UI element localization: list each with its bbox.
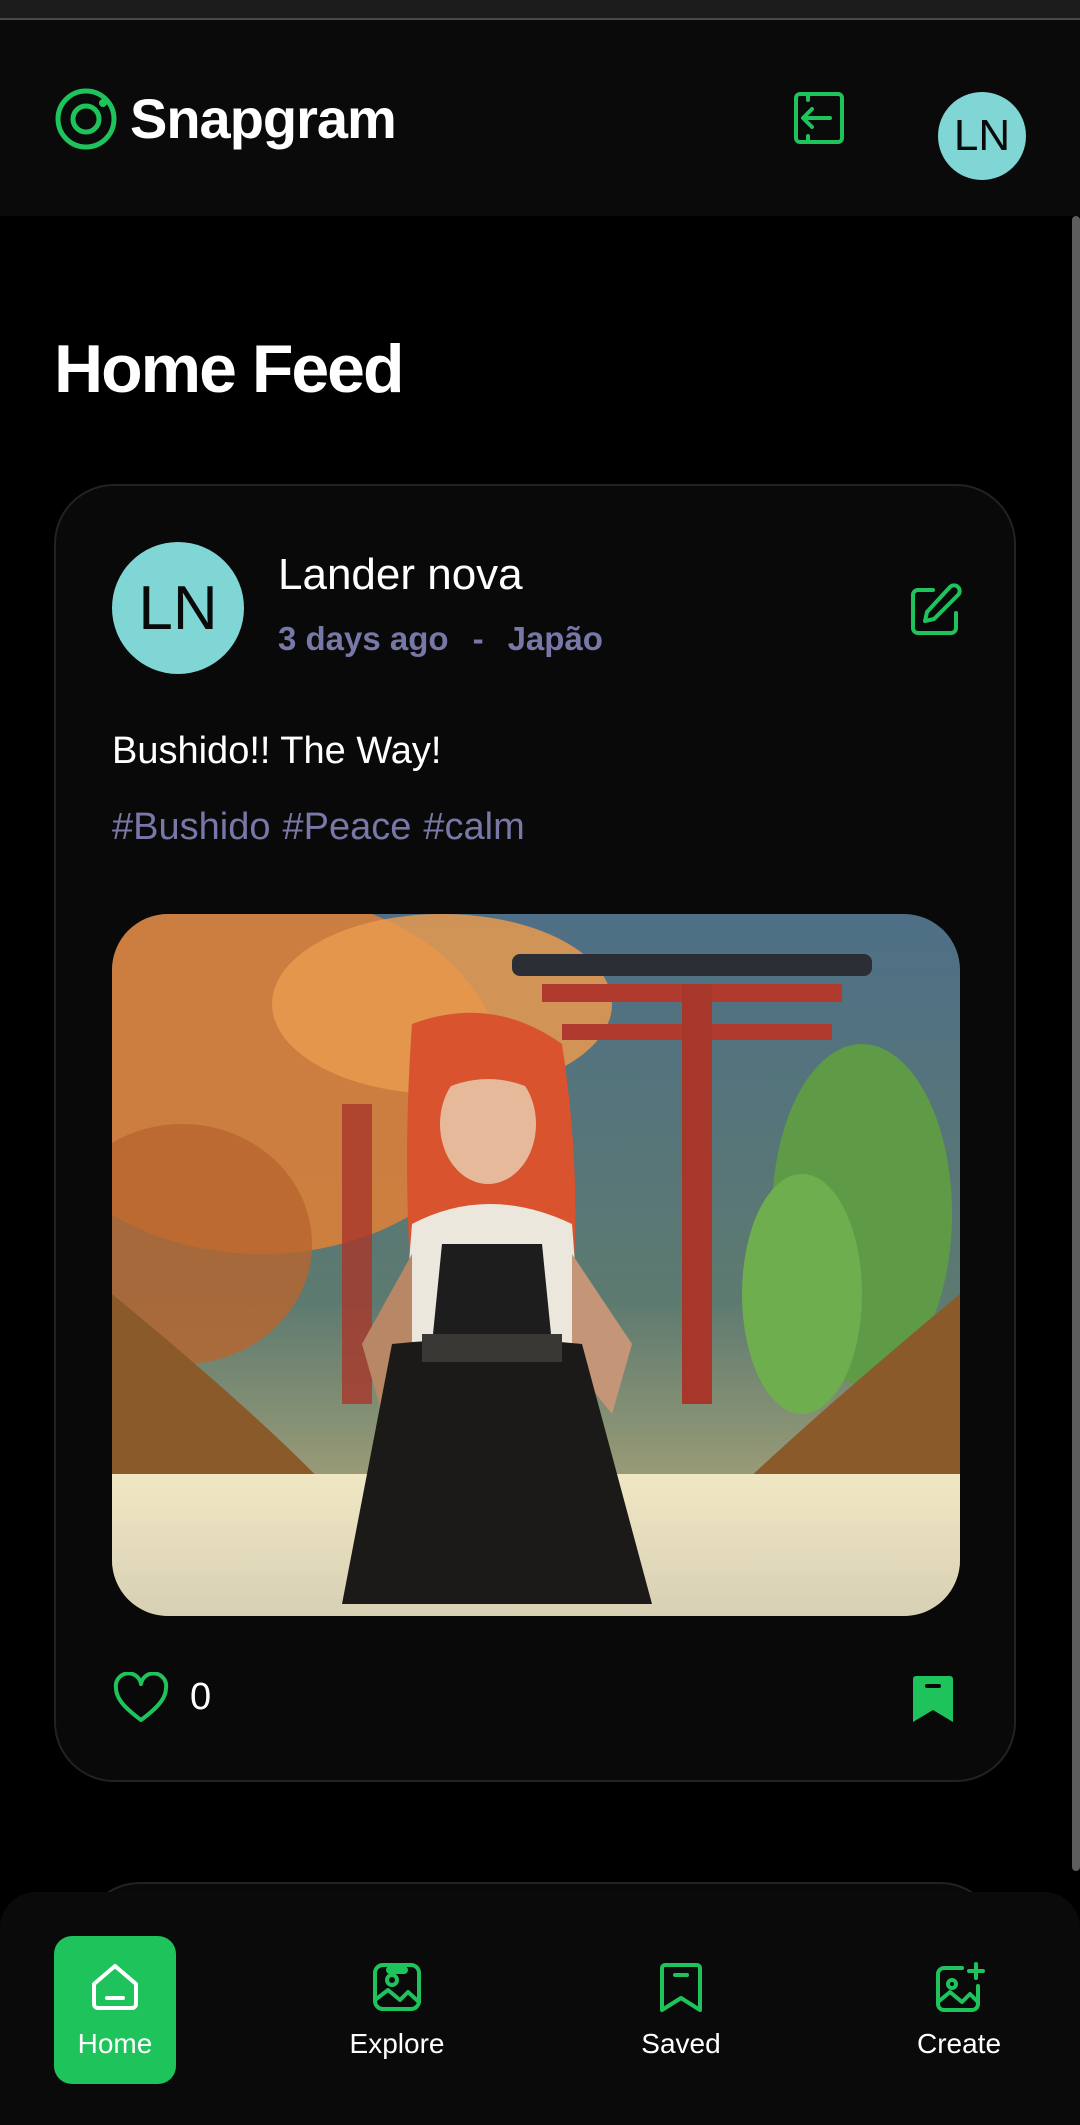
edit-post-icon[interactable]	[906, 582, 964, 640]
like-count: 0	[190, 1676, 212, 1718]
post-caption: Bushido!! The Way!	[112, 730, 442, 772]
post-meta: 3 days ago - Japão	[278, 620, 603, 658]
window-top-strip	[0, 0, 1080, 20]
bookmark-icon[interactable]	[910, 1672, 956, 1724]
post-author-name[interactable]: Lander nova	[278, 550, 523, 600]
logo-icon	[55, 88, 117, 149]
app-name: Snapgram	[130, 87, 397, 150]
nav-saved[interactable]: Saved	[620, 1936, 742, 2084]
post-image[interactable]	[112, 914, 960, 1616]
logout-button[interactable]	[786, 86, 850, 150]
nav-create[interactable]: Create	[898, 1936, 1020, 2084]
profile-avatar[interactable]: LN	[938, 92, 1026, 180]
post-tag[interactable]: #Bushido	[112, 806, 270, 849]
nav-create-label: Create	[916, 2028, 1002, 2059]
nav-home-label: Home	[77, 2028, 153, 2059]
scrollbar[interactable]	[1072, 216, 1080, 1871]
nav-explore[interactable]: Explore	[336, 1936, 458, 2084]
post-tag[interactable]: #calm	[423, 806, 524, 849]
post-time: 3 days ago	[278, 620, 449, 657]
post-tag[interactable]: #Peace	[282, 806, 411, 849]
nav-saved-label: Saved	[641, 2028, 721, 2059]
profile-initials: LN	[953, 111, 1011, 160]
post-author-initials: LN	[138, 573, 218, 643]
meta-separator: -	[472, 620, 484, 657]
post-image-illustration	[112, 914, 960, 1616]
page-title: Home Feed	[54, 331, 405, 407]
post-location: Japão	[507, 620, 603, 657]
post-author-avatar[interactable]: LN	[112, 542, 244, 674]
home-icon	[92, 1964, 138, 2010]
bookmark-icon	[660, 1963, 702, 2012]
top-bar: Snapgram LN	[0, 20, 1080, 216]
nav-home[interactable]: Home	[54, 1936, 176, 2084]
heart-icon[interactable]	[112, 1672, 170, 1724]
explore-icon	[373, 1963, 421, 2011]
post-card: LN Lander nova 3 days ago - Japão Bushid…	[54, 484, 1016, 1782]
nav-explore-label: Explore	[349, 2028, 445, 2059]
post-tags: #Bushido #Peace #calm	[112, 806, 525, 849]
bottom-nav: Home Explore Saved Create	[0, 1892, 1080, 2125]
logo[interactable]: Snapgram	[54, 86, 397, 151]
create-post-icon	[936, 1962, 985, 2012]
logout-icon	[794, 92, 844, 144]
